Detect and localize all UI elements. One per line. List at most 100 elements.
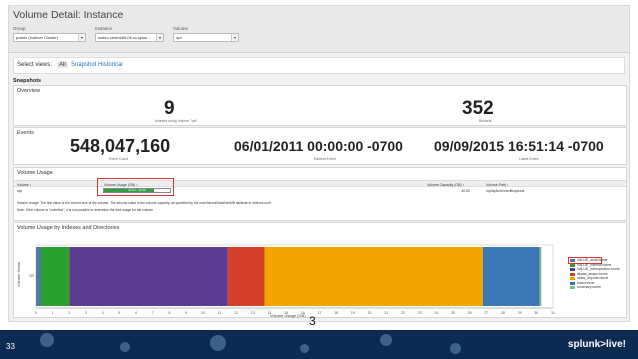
footer-page-number: 33 [6,342,15,351]
usage-by-index-panel: Volume Usage by Indexes and Directories … [13,222,627,318]
group-label: Group [13,26,26,31]
events-title: Events [17,130,34,136]
latest-event-caption: Latest Event [519,157,539,161]
snapshots-heading: Snapshots [13,78,42,84]
volume-label: Volume [173,26,189,31]
usage-note: Volume Usage: The first value is the cur… [17,201,272,205]
x-tick-label-27: 27 [484,311,488,315]
instance-select-value: ssdev-centos65-06.sv.splun... [98,35,151,40]
select-views-bar: Select views: All Snapshot Historical [13,57,625,74]
x-tick-label-10: 10 [201,311,205,315]
x-tick-label-12: 12 [234,311,238,315]
header-bar: Volume Detail: Instance Group potato (In… [9,6,629,53]
x-tick-label-15: 15 [284,311,288,315]
instance-select[interactable]: ssdev-centos65-06.sv.splun... ▾ [95,33,164,42]
legend-label-5: main:home [577,280,595,285]
legend-label-6: summary:home [577,285,602,289]
group-select-value: potato (Indexer Cluster) [16,35,59,40]
legend-label-3: dbaas_snaps:home [577,271,608,276]
instance-label: Instance [95,26,113,31]
y-axis-label: Volume Name [16,261,21,287]
volume-detail-app: Volume Detail: Instance Group potato (In… [8,5,630,322]
indexes-count: 9 [164,98,175,119]
x-tick-label-9: 9 [185,311,187,315]
latest-event: 09/09/2015 16:51:14 -0700 [434,138,604,154]
splunk-live-logo: splunk>live! [567,339,626,350]
volume-usage-panel: Volume Usage Volume ↕ Volume Usage (GB) … [13,167,627,221]
bar-segment-1[interactable] [41,247,70,306]
x-tick-label-11: 11 [218,311,222,315]
page-title: Volume Detail: Instance [13,9,124,21]
bar-segment-2[interactable] [69,247,228,306]
view-historical-tab[interactable]: Historical [98,62,123,68]
view-snapshot-tab[interactable]: Snapshot [71,62,96,68]
slide-footer: 33 splunk>live! [0,330,638,359]
bar-segment-5[interactable] [482,247,540,306]
x-tick-label-16: 16 [301,311,305,315]
x-tick-label-18: 18 [334,311,338,315]
volume-select[interactable]: opt ▾ [173,33,239,42]
x-tick-label-21: 21 [384,311,388,315]
col-volume-path[interactable]: Volume Path ↕ [486,183,509,187]
x-tick-label-23: 23 [418,311,422,315]
chart-legend: VALUE_audit:home VALUE_internal:home VALUE… [570,258,630,298]
x-tick-label-13: 13 [251,311,255,315]
stacked-bar-chart: Volume Name Volume Usage (GB) 0123456789… [16,244,555,318]
x-tick-label-7: 7 [152,311,154,315]
bar-segment-6[interactable] [539,247,542,306]
x-tick-label-24: 24 [434,311,438,315]
volume-select-value: opt [176,35,182,40]
x-tick-label-14: 14 [268,311,272,315]
x-tick-label-31: 31 [551,311,555,315]
x-tick-label-29: 29 [518,311,522,315]
legend-label-1: VALUE_internal:home [577,262,612,267]
legend-swatch-6 [570,286,575,289]
select-views-label: Select views: [17,62,53,68]
col-volume[interactable]: Volume ↕ [17,183,31,187]
earliest-event-caption: Earliest Event [314,157,336,161]
x-tick-label-20: 20 [368,311,372,315]
bar-segment-0[interactable] [36,247,42,306]
row-path: /opt/splunk/var/lib/splunk [486,188,525,193]
legend-item-6[interactable]: summary:home [570,285,630,290]
chevron-down-icon: ▾ [156,34,163,41]
x-tick-label-0: 0 [35,311,37,315]
earliest-event: 06/01/2011 00:00:00 -0700 [234,138,403,154]
x-tick-label-30: 30 [534,311,538,315]
x-tick-label-25: 25 [451,311,455,315]
y-tick-label-0: opt [29,274,34,278]
slide-page-number: 3 [309,314,316,328]
x-tick-label-26: 26 [468,311,472,315]
buckets-count: 352 [462,98,494,119]
x-tick-label-3: 3 [85,311,87,315]
group-select[interactable]: potato (Indexer Cluster) ▾ [13,33,86,42]
overview-title: Overview [17,88,40,94]
bar-segment-4[interactable] [264,247,483,306]
legend-label-2: VALUE_introspection:home [577,267,620,271]
event-count: 548,047,160 [70,136,171,156]
volume-usage-title: Volume Usage [17,170,53,176]
x-tick-label-1: 1 [52,311,54,315]
unlimited-note: Note: If the volume is "unlimited", it i… [17,208,154,212]
col-volume-capacity[interactable]: Volume Capacity (GB) ↕ [427,183,464,187]
x-tick-label-17: 17 [318,311,322,315]
x-tick-label-8: 8 [168,311,170,315]
buckets-caption: Buckets [479,119,492,123]
row-volume: opt [17,188,22,193]
x-tick-label-28: 28 [501,311,505,315]
legend-label-0: VALUE_audit:home [577,258,608,262]
event-count-caption: Event Count [109,157,129,161]
chevron-down-icon: ▾ [231,34,238,41]
overview-panel: Overview 9 Indexes using Volume "opt" 35… [13,85,627,126]
legend-label-4: sales_imports:home [577,276,609,280]
x-tick-label-19: 19 [351,311,355,315]
view-all-tab[interactable]: All [57,62,68,68]
row-capacity: 40.00 [461,188,470,193]
x-tick-label-6: 6 [135,311,137,315]
x-tick-label-4: 4 [102,311,104,315]
bar-segment-3[interactable] [227,247,265,306]
indexes-caption: Indexes using Volume "opt" [155,119,198,123]
highlight-box [97,178,174,196]
x-tick-label-2: 2 [68,311,70,315]
x-tick-label-22: 22 [401,311,405,315]
